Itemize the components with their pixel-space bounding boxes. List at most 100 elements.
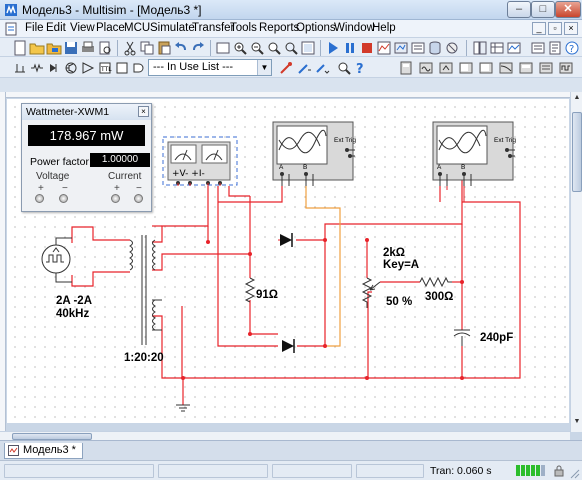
menu-place[interactable]: Place (96, 22, 125, 34)
close-icon[interactable]: × (138, 106, 149, 117)
undo-icon[interactable] (173, 40, 189, 56)
menu-file[interactable]: File (25, 22, 44, 34)
document-tab-bar: Модель3 * (0, 440, 582, 460)
database-icon[interactable] (427, 40, 443, 56)
ttl-component-icon[interactable]: TTL (97, 60, 113, 76)
voltage-plus-terminal[interactable] (35, 194, 44, 203)
help-icon[interactable]: ? (564, 40, 580, 56)
paste-icon[interactable] (156, 40, 172, 56)
cmos-component-icon[interactable] (114, 60, 130, 76)
mdi-minimize-button[interactable]: _ (532, 22, 546, 35)
maximize-button[interactable]: □ (531, 1, 555, 18)
horizontal-scrollbar[interactable] (0, 431, 570, 440)
menu-mcu[interactable]: MCU (124, 22, 150, 34)
source-frequency-label: 40kHz (56, 308, 90, 320)
fullscreen-icon[interactable] (215, 40, 231, 56)
transformer-ratio-label: 1:20:20 (124, 352, 164, 364)
power-factor-value: 1.00000 (90, 153, 150, 167)
menu-options[interactable]: Options (296, 22, 336, 34)
zoom-in-icon[interactable] (232, 40, 248, 56)
component-wizard-icon[interactable] (444, 40, 460, 56)
close-button[interactable]: ✕ (555, 1, 581, 18)
voltage-minus-sign: − (62, 183, 68, 194)
wattmeter-title[interactable]: Wattmeter-XWM1 (22, 104, 151, 120)
scope2-ext-trig-label: Ext Trig (494, 137, 517, 144)
vertical-scrollbar[interactable]: ▲ ▼ (570, 92, 582, 432)
svg-text:+V- +I-: +V- +I- (172, 169, 205, 179)
scroll-up-icon[interactable]: ▲ (572, 94, 582, 106)
current-plus-terminal[interactable] (111, 194, 120, 203)
four-channel-scope-icon[interactable] (478, 60, 494, 76)
multimeter-instrument-icon[interactable] (398, 60, 414, 76)
copy-icon[interactable] (139, 40, 155, 56)
menu-edit[interactable]: Edit (46, 22, 66, 34)
menu-view[interactable]: View (70, 22, 95, 34)
potentiometer-percent-label: 50 % (386, 296, 413, 308)
horizontal-scroll-thumb[interactable] (12, 433, 92, 440)
transistor-component-icon[interactable] (63, 60, 79, 76)
function-generator-icon[interactable] (418, 60, 434, 76)
spreadsheet-view-icon[interactable] (489, 40, 505, 56)
open-design-icon[interactable] (46, 40, 62, 56)
analysis-icon[interactable] (410, 40, 426, 56)
minimize-button[interactable]: – (507, 1, 531, 18)
redo-icon[interactable] (190, 40, 206, 56)
in-use-list-dropdown[interactable]: --- In Use List --- ▼ (148, 59, 272, 76)
find-component-icon[interactable] (336, 60, 352, 76)
wattmeter-panel[interactable]: Wattmeter-XWM1 × 178.967 mW Power factor… (21, 103, 152, 212)
misc-digital-component-icon[interactable] (131, 60, 147, 76)
circuit-description-icon[interactable] (547, 40, 563, 56)
print-icon[interactable] (80, 40, 96, 56)
probe-settings-icon[interactable] (296, 60, 312, 76)
menu-window[interactable]: Window (334, 22, 375, 34)
zoom-area-icon[interactable] (266, 40, 282, 56)
bode-plotter-icon[interactable] (498, 60, 514, 76)
mdi-restore-button[interactable]: ▫ (548, 22, 562, 35)
menu-transfer[interactable]: Transfer (192, 22, 234, 34)
probe-dropdown-icon[interactable] (314, 60, 330, 76)
pause-simulation-icon[interactable] (342, 40, 358, 56)
current-minus-terminal[interactable] (134, 194, 143, 203)
analog-component-icon[interactable] (80, 60, 96, 76)
cut-icon[interactable] (122, 40, 138, 56)
scroll-down-icon[interactable]: ▼ (572, 418, 582, 430)
zoom-fit-icon[interactable] (283, 40, 299, 56)
open-folder-icon[interactable] (29, 40, 45, 56)
save-icon[interactable] (63, 40, 79, 56)
mdi-close-button[interactable]: × (564, 22, 578, 35)
vertical-scroll-thumb[interactable] (572, 112, 582, 192)
grapher-view-icon[interactable] (506, 40, 522, 56)
design-toolbox-icon[interactable] (472, 40, 488, 56)
context-help-icon[interactable]: ? (353, 60, 369, 77)
run-simulation-icon[interactable] (325, 40, 341, 56)
menu-help[interactable]: Help (372, 22, 396, 34)
wattmeter-instrument-icon[interactable] (438, 60, 454, 76)
basic-component-icon[interactable] (29, 60, 45, 76)
status-cell-1 (4, 464, 154, 478)
new-file-icon[interactable] (12, 40, 28, 56)
resize-grip-icon[interactable] (568, 467, 580, 479)
word-generator-icon[interactable] (538, 60, 554, 76)
postprocessor-icon[interactable] (393, 40, 409, 56)
voltage-minus-terminal[interactable] (59, 194, 68, 203)
probe-icon[interactable] (278, 60, 294, 76)
print-preview-icon[interactable] (97, 40, 113, 56)
menu-tools[interactable]: Tools (230, 22, 257, 34)
full-screen-zoom-icon[interactable] (300, 40, 316, 56)
tab-label: Модель3 * (23, 444, 76, 456)
multisim-app-icon (5, 4, 17, 16)
menu-simulate[interactable]: Simulate (150, 22, 195, 34)
component-list-icon[interactable] (530, 40, 546, 56)
frequency-counter-icon[interactable] (518, 60, 534, 76)
stop-simulation-icon[interactable] (359, 40, 375, 56)
zoom-out-icon[interactable] (249, 40, 265, 56)
document-icon[interactable] (4, 22, 18, 36)
tab-model3[interactable]: Модель3 * (4, 443, 83, 459)
chevron-down-icon[interactable]: ▼ (257, 60, 271, 75)
logic-analyzer-icon[interactable] (558, 60, 574, 76)
oscilloscope-instrument-icon[interactable] (458, 60, 474, 76)
grapher-icon[interactable] (376, 40, 392, 56)
diode-component-icon[interactable] (46, 60, 62, 76)
menu-reports[interactable]: Reports (259, 22, 299, 34)
source-component-icon[interactable] (12, 60, 28, 76)
